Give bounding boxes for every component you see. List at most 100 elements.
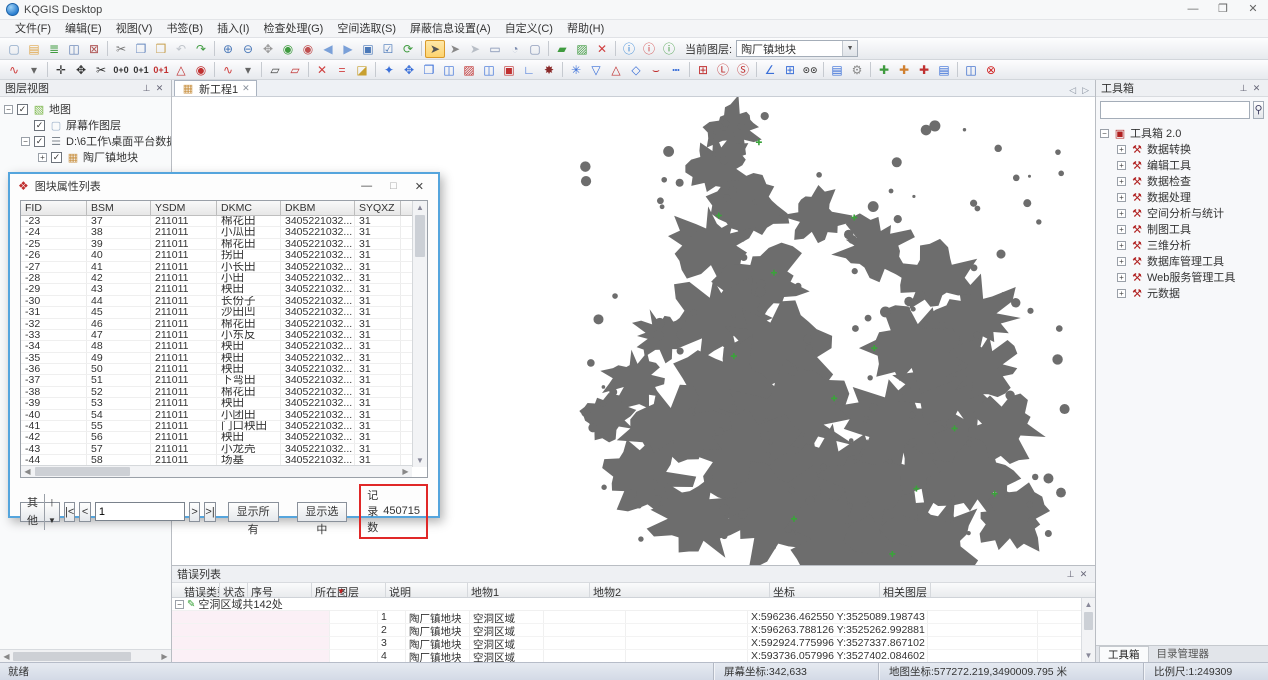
stop-editing-icon[interactable]: ⊗ <box>981 61 1001 79</box>
redo-icon[interactable]: ↷ <box>191 40 211 58</box>
scroll-up-icon[interactable]: ▲ <box>413 201 427 214</box>
menu-item[interactable]: 视图(V) <box>109 20 160 38</box>
zoom-in-icon[interactable]: ⊕ <box>218 40 238 58</box>
full-extent-icon[interactable]: ▣ <box>358 40 378 58</box>
collapse-icon[interactable]: − <box>1100 129 1109 138</box>
menu-item[interactable]: 屏蔽信息设置(A) <box>403 20 498 38</box>
attribute-column-header[interactable]: SYQXZ <box>355 201 401 215</box>
previous-record-button[interactable]: < <box>79 502 90 522</box>
deselect-features-icon[interactable]: ➤ <box>465 40 485 58</box>
error-column-header[interactable]: 地物1 <box>468 583 590 597</box>
vertex-0-0-icon[interactable]: 0+0 <box>111 61 131 79</box>
explode-feature-icon[interactable]: ✸ <box>539 61 559 79</box>
chevron-down-icon[interactable]: ▼ <box>842 41 857 56</box>
diamond-tool-icon[interactable]: ◇ <box>626 61 646 79</box>
vertex-0-1-red-icon[interactable]: 0+1 <box>151 61 171 79</box>
scroll-down-icon[interactable]: ▼ <box>1082 649 1095 662</box>
feature-list-icon[interactable]: ▤ <box>934 61 954 79</box>
pin-icon[interactable]: ⊥ <box>1237 83 1250 94</box>
split-feature-icon[interactable]: ✂ <box>91 61 111 79</box>
toolbox-tree-item[interactable]: + ⚒ 数据库管理工具 <box>1096 253 1268 269</box>
trapezoid-tool-icon[interactable]: △ <box>171 61 191 79</box>
menu-item[interactable]: 书签(B) <box>159 20 210 38</box>
vertex-0-1-icon[interactable]: 0+1 <box>131 61 151 79</box>
triangle-up-icon[interactable]: △ <box>606 61 626 79</box>
table-row[interactable]: -40 54 211011 小团田 3405221032... 31 <box>21 410 427 421</box>
scroll-down-icon[interactable]: ▼ <box>413 454 427 467</box>
tab-close-icon[interactable]: ✕ <box>242 83 250 94</box>
copy-parallel-icon[interactable]: ❐ <box>419 61 439 79</box>
expand-icon[interactable]: + <box>1117 161 1126 170</box>
current-layer-combo[interactable]: 陶厂镇地块 ▼ <box>736 40 858 57</box>
open-folder-icon[interactable]: ▤ <box>24 40 44 58</box>
toolbox-tree-item[interactable]: + ⚒ 三维分析 <box>1096 237 1268 253</box>
cut-icon[interactable]: ✂ <box>111 40 131 58</box>
error-list-vscrollbar[interactable]: ▲ ▼ <box>1081 598 1095 662</box>
tab-scroll-right-icon[interactable]: ▷ <box>1082 85 1089 96</box>
attribute-column-header[interactable]: YSDM <box>151 201 217 215</box>
error-column-header[interactable]: 所在图层 <box>312 583 386 597</box>
toolbox-tree-item[interactable]: + ⚒ 数据检查 <box>1096 173 1268 189</box>
close-icon[interactable]: ✕ <box>1250 83 1263 94</box>
save-icon[interactable]: ◫ <box>64 40 84 58</box>
scroll-left-icon[interactable]: ◀ <box>21 467 34 476</box>
table-row[interactable]: -33 47 211011 小东反 3405221032... 31 <box>21 330 427 341</box>
error-columns-header[interactable]: ▼ 错误类型状态序号所在图层说明地物1地物2坐标相关图层 <box>172 583 1095 598</box>
attribute-column-header[interactable]: FID <box>21 201 87 215</box>
measure-add-icon[interactable]: ⊞ <box>693 61 713 79</box>
identify-info-red-icon[interactable]: ⓘ <box>639 40 659 58</box>
toolbox-root-item[interactable]: − ▣ 工具箱 2.0 <box>1096 125 1268 141</box>
dialog-close-button[interactable]: ✕ <box>415 180 424 193</box>
snap-nodes-icon[interactable]: ✳ <box>566 61 586 79</box>
expand-icon[interactable]: + <box>1117 177 1126 186</box>
undo-icon[interactable]: ↶ <box>171 40 191 58</box>
close-icon[interactable]: ✕ <box>153 83 166 94</box>
pin-icon[interactable]: ⊥ <box>140 83 153 94</box>
zoom-selection-icon[interactable]: ◉ <box>278 40 298 58</box>
close-doc-icon[interactable]: ⊠ <box>84 40 104 58</box>
zoom-out-icon[interactable]: ⊖ <box>238 40 258 58</box>
expand-toggle-icon[interactable]: − <box>4 105 13 114</box>
show-selected-button[interactable]: 显示选中 <box>297 502 348 522</box>
attribute-table-hscrollbar[interactable]: ◀ ▶ <box>21 465 412 477</box>
expand-icon[interactable]: + <box>1117 225 1126 234</box>
angle-measure-icon[interactable]: ∠ <box>760 61 780 79</box>
add-vertex-icon[interactable]: ✛ <box>51 61 71 79</box>
scroll-up-icon[interactable]: ▲ <box>1082 598 1095 611</box>
table-row[interactable]: -32 46 211011 棉花田 3405221032... 31 <box>21 319 427 330</box>
select-hatch-icon[interactable]: ▨ <box>572 40 592 58</box>
error-column-header[interactable]: 错误类型 <box>172 583 220 597</box>
toolbox-search-input[interactable] <box>1100 101 1250 119</box>
other-dropdown-button[interactable]: 其他 |▼ <box>20 502 60 522</box>
layer-checkbox[interactable]: ✓ <box>17 104 28 115</box>
toolbox-tree-item[interactable]: + ⚒ 数据处理 <box>1096 189 1268 205</box>
two-panes-icon[interactable]: ◫ <box>479 61 499 79</box>
tab-catalog-manager[interactable]: 目录管理器 <box>1149 646 1218 662</box>
close-button[interactable]: ✕ <box>1238 0 1268 19</box>
layer-tree-item[interactable]: + ✓ ▦ 陶厂镇地块 <box>0 149 171 165</box>
spline-tool-icon[interactable]: ⌣ <box>646 61 666 79</box>
attribute-column-header[interactable]: DKMC <box>217 201 281 215</box>
new-file-icon[interactable]: ▢ <box>4 40 24 58</box>
minimize-button[interactable]: — <box>1178 0 1208 19</box>
table-row[interactable]: -42 56 211011 秧田 3405221032... 31 <box>21 432 427 443</box>
expand-icon[interactable]: + <box>1117 193 1126 202</box>
scroll-right-icon[interactable]: ▶ <box>399 467 412 476</box>
menu-item[interactable]: 空间选取(S) <box>330 20 403 38</box>
toolbox-tree-item[interactable]: + ⚒ 数据转换 <box>1096 141 1268 157</box>
table-row[interactable]: -41 55 211011 门口秧田 3405221032... 31 <box>21 421 427 432</box>
cell-description[interactable]: 空洞区域 <box>470 650 544 662</box>
save-edits-icon[interactable]: ◫ <box>961 61 981 79</box>
error-row[interactable]: 3 陶厂镇地块 空洞区域 X:592924.775996 Y:3527337.8… <box>172 637 1095 650</box>
attribute-table-vscrollbar[interactable]: ▲ ▼ <box>412 201 427 467</box>
reshape-polygon-icon[interactable]: ▱ <box>265 61 285 79</box>
toolbox-tree-item[interactable]: + ⚒ 编辑工具 <box>1096 157 1268 173</box>
error-row[interactable]: 1 陶厂镇地块 空洞区域 X:596236.462550 Y:3525089.1… <box>172 611 1095 624</box>
menu-item[interactable]: 自定义(C) <box>498 20 560 38</box>
add-point-feature-icon[interactable]: ✚ <box>874 61 894 79</box>
dialog-minimize-button[interactable]: — <box>361 180 372 193</box>
dialog-title-bar[interactable]: ❖ 图块属性列表 — □ ✕ <box>10 174 438 198</box>
sketch-line-2-icon[interactable]: ∿ <box>218 61 238 79</box>
expand-icon[interactable]: + <box>1117 289 1126 298</box>
layer-info-icon[interactable]: ⓘ <box>659 40 679 58</box>
